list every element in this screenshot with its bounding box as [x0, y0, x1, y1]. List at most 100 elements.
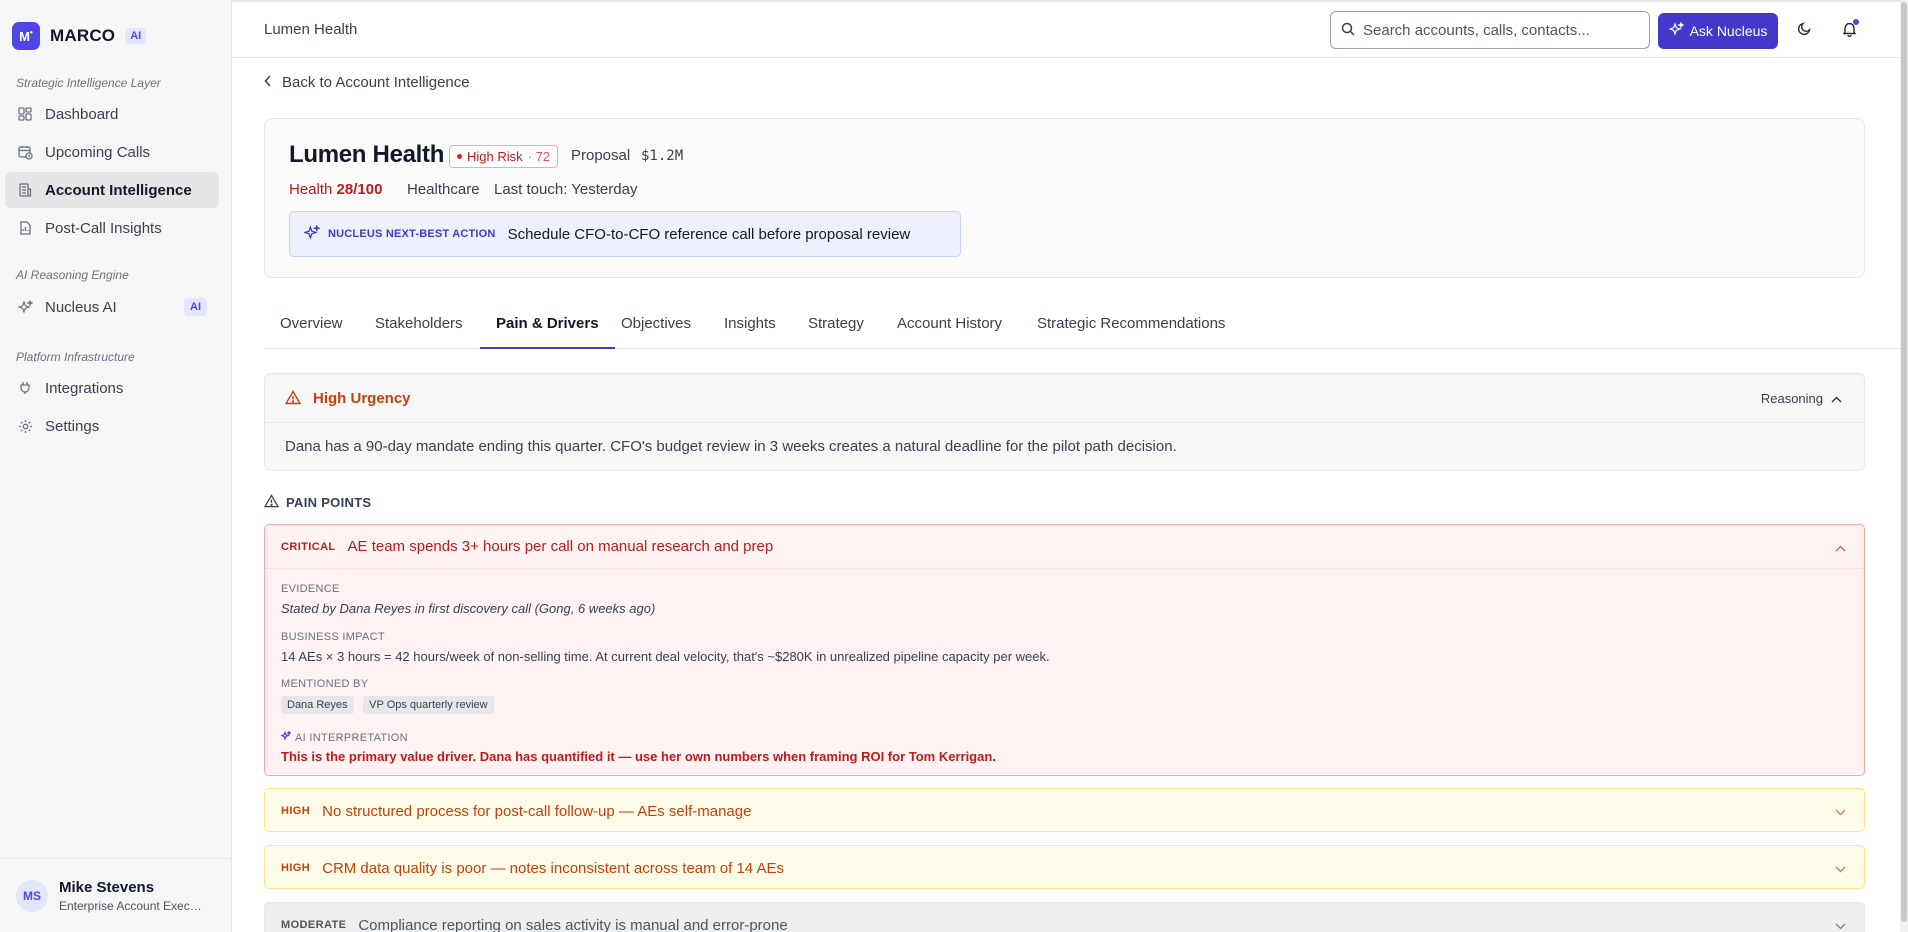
pain-point-header[interactable]: CRITICAL AE team spends 3+ hours per cal… [265, 525, 1864, 569]
sidebar-item-nucleus-ai[interactable]: Nucleus AI AI [5, 289, 219, 325]
pain-point-critical: CRITICAL AE team spends 3+ hours per cal… [264, 524, 1865, 776]
industry: Healthcare [407, 181, 480, 198]
brand-name: MARCO [50, 26, 116, 45]
gear-icon [17, 418, 33, 434]
business-impact-text: 14 AEs × 3 hours = 42 hours/week of non-… [281, 649, 1050, 664]
pain-point-title: AE team spends 3+ hours per call on manu… [347, 538, 774, 555]
user-profile[interactable]: MS Mike Stevens Enterprise Account Execu… [0, 858, 232, 932]
tab-overview[interactable]: Overview [280, 306, 343, 349]
warning-icon [284, 390, 302, 408]
document-chart-icon [17, 220, 33, 236]
evidence-text: Stated by Dana Reyes in first discovery … [281, 601, 656, 616]
sidebar-item-label: Post-Call Insights [45, 219, 162, 237]
pain-point-title: CRM data quality is poor — notes inconsi… [322, 859, 784, 877]
tab-stakeholders[interactable]: Stakeholders [375, 306, 463, 349]
deal-amount: $1.2M [641, 148, 684, 164]
pain-point-header[interactable]: HIGH CRM data quality is poor — notes in… [265, 846, 1864, 890]
search-box[interactable] [1330, 11, 1650, 49]
topbar: Lumen Health Ask Nucleus [232, 0, 1900, 58]
back-link-label: Back to Account Intelligence [282, 74, 470, 91]
health-score: Health 28/100 [289, 181, 382, 198]
notification-dot [1853, 19, 1859, 25]
reasoning-toggle[interactable]: Reasoning [1761, 391, 1842, 406]
sidebar-item-label: Integrations [45, 379, 124, 397]
risk-label: High Risk [467, 149, 523, 164]
account-name: Lumen Health [289, 141, 445, 168]
mentioned-by-chips: Dana Reyes VP Ops quarterly review [281, 696, 500, 714]
chevron-up-icon [1835, 539, 1846, 555]
account-tabs: Overview Stakeholders Pain & Drivers Obj… [264, 306, 1900, 349]
scrollbar-thumb[interactable] [1901, 2, 1907, 922]
back-link[interactable]: Back to Account Intelligence [264, 74, 470, 91]
mentioned-chip: VP Ops quarterly review [363, 696, 494, 714]
sidebar-item-label: Dashboard [45, 105, 119, 123]
warning-icon [263, 494, 280, 511]
pain-point-moderate[interactable]: MODERATE Compliance reporting on sales a… [264, 902, 1865, 932]
sidebar-item-label: Account Intelligence [45, 181, 192, 199]
pain-point-header[interactable]: HIGH No structured process for post-call… [265, 789, 1864, 833]
plug-icon [17, 380, 33, 396]
severity-badge: MODERATE [281, 919, 347, 931]
chevron-down-icon [1835, 917, 1846, 932]
last-touch: Last touch: Yesterday [494, 181, 638, 198]
sidebar-item-label: Nucleus AI [45, 298, 117, 316]
tab-strategy[interactable]: Strategy [808, 306, 864, 349]
tab-account-history[interactable]: Account History [897, 306, 1002, 349]
nba-label: NUCLEUS NEXT-BEST ACTION [328, 228, 496, 240]
mentioned-by-label: MENTIONED BY [281, 678, 369, 690]
pain-point-high[interactable]: HIGH No structured process for post-call… [264, 788, 1865, 832]
ai-interpretation-label: AI INTERPRETATION [280, 729, 408, 744]
sidebar-item-post-call-insights[interactable]: Post-Call Insights [5, 210, 219, 246]
scrollbar[interactable] [1900, 0, 1908, 932]
chevron-down-icon [1835, 803, 1846, 819]
sidebar-item-dashboard[interactable]: Dashboard [5, 96, 219, 132]
reasoning-label: Reasoning [1760, 391, 1823, 406]
risk-dot [457, 154, 462, 159]
tab-objectives[interactable]: Objectives [621, 306, 691, 349]
urgency-panel: High Urgency Reasoning Dana has a 90-day… [264, 373, 1865, 471]
sparkles-icon [17, 299, 33, 315]
ask-nucleus-button[interactable]: Ask Nucleus [1658, 13, 1778, 49]
severity-badge: CRITICAL [281, 540, 336, 553]
deal-stage: Proposal [571, 147, 631, 164]
chevron-up-icon [1831, 391, 1842, 406]
urgency-title: High Urgency [313, 390, 411, 407]
sidebar-item-settings[interactable]: Settings [5, 408, 219, 444]
pain-point-header[interactable]: MODERATE Compliance reporting on sales a… [265, 903, 1864, 932]
section-label-platform: Platform Infrastructure [16, 350, 135, 364]
tab-insights[interactable]: Insights [724, 306, 776, 349]
pain-points-header: PAIN POINTS [263, 494, 372, 511]
calendar-clock-icon [17, 144, 33, 160]
tab-pain-drivers[interactable]: Pain & Drivers [480, 306, 615, 349]
user-role: Enterprise Account Executive [59, 898, 204, 913]
dark-mode-toggle[interactable] [1793, 19, 1815, 41]
urgency-header: High Urgency Reasoning [265, 374, 1864, 423]
health-value: 28/100 [336, 181, 383, 198]
sidebar-item-upcoming-calls[interactable]: Upcoming Calls [5, 134, 219, 170]
pain-points-title: PAIN POINTS [286, 495, 372, 510]
section-label-ai: AI Reasoning Engine [16, 268, 129, 282]
pain-point-title: No structured process for post-call foll… [322, 802, 752, 820]
sidebar-item-account-intelligence[interactable]: Account Intelligence [5, 172, 219, 208]
sparkles-icon [303, 223, 321, 244]
user-name: Mike Stevens [59, 878, 155, 896]
search-input[interactable] [1363, 21, 1633, 39]
brand[interactable]: M • MARCO AI [12, 22, 147, 50]
sidebar-item-label: Settings [45, 417, 100, 435]
brand-ai-badge: AI [125, 28, 147, 44]
next-best-action[interactable]: NUCLEUS NEXT-BEST ACTION Schedule CFO-to… [289, 211, 961, 257]
severity-badge: HIGH [281, 862, 311, 874]
search-icon [1341, 22, 1355, 39]
dashboard-icon [17, 106, 33, 122]
sidebar-item-integrations[interactable]: Integrations [5, 370, 219, 406]
account-header-card: Lumen Health High Risk · 72 Proposal $1.… [264, 118, 1865, 278]
page-title: Lumen Health [264, 21, 358, 38]
notifications-button[interactable] [1838, 19, 1860, 41]
pain-point-high[interactable]: HIGH CRM data quality is poor — notes in… [264, 845, 1865, 889]
nba-text: Schedule CFO-to-CFO reference call befor… [507, 225, 911, 243]
risk-badge: High Risk · 72 [449, 145, 559, 168]
health-label: Health [289, 181, 333, 198]
risk-score: · 72 [527, 149, 551, 164]
chevron-left-icon [264, 74, 272, 91]
tab-strategic-recommendations[interactable]: Strategic Recommendations [1037, 306, 1225, 349]
